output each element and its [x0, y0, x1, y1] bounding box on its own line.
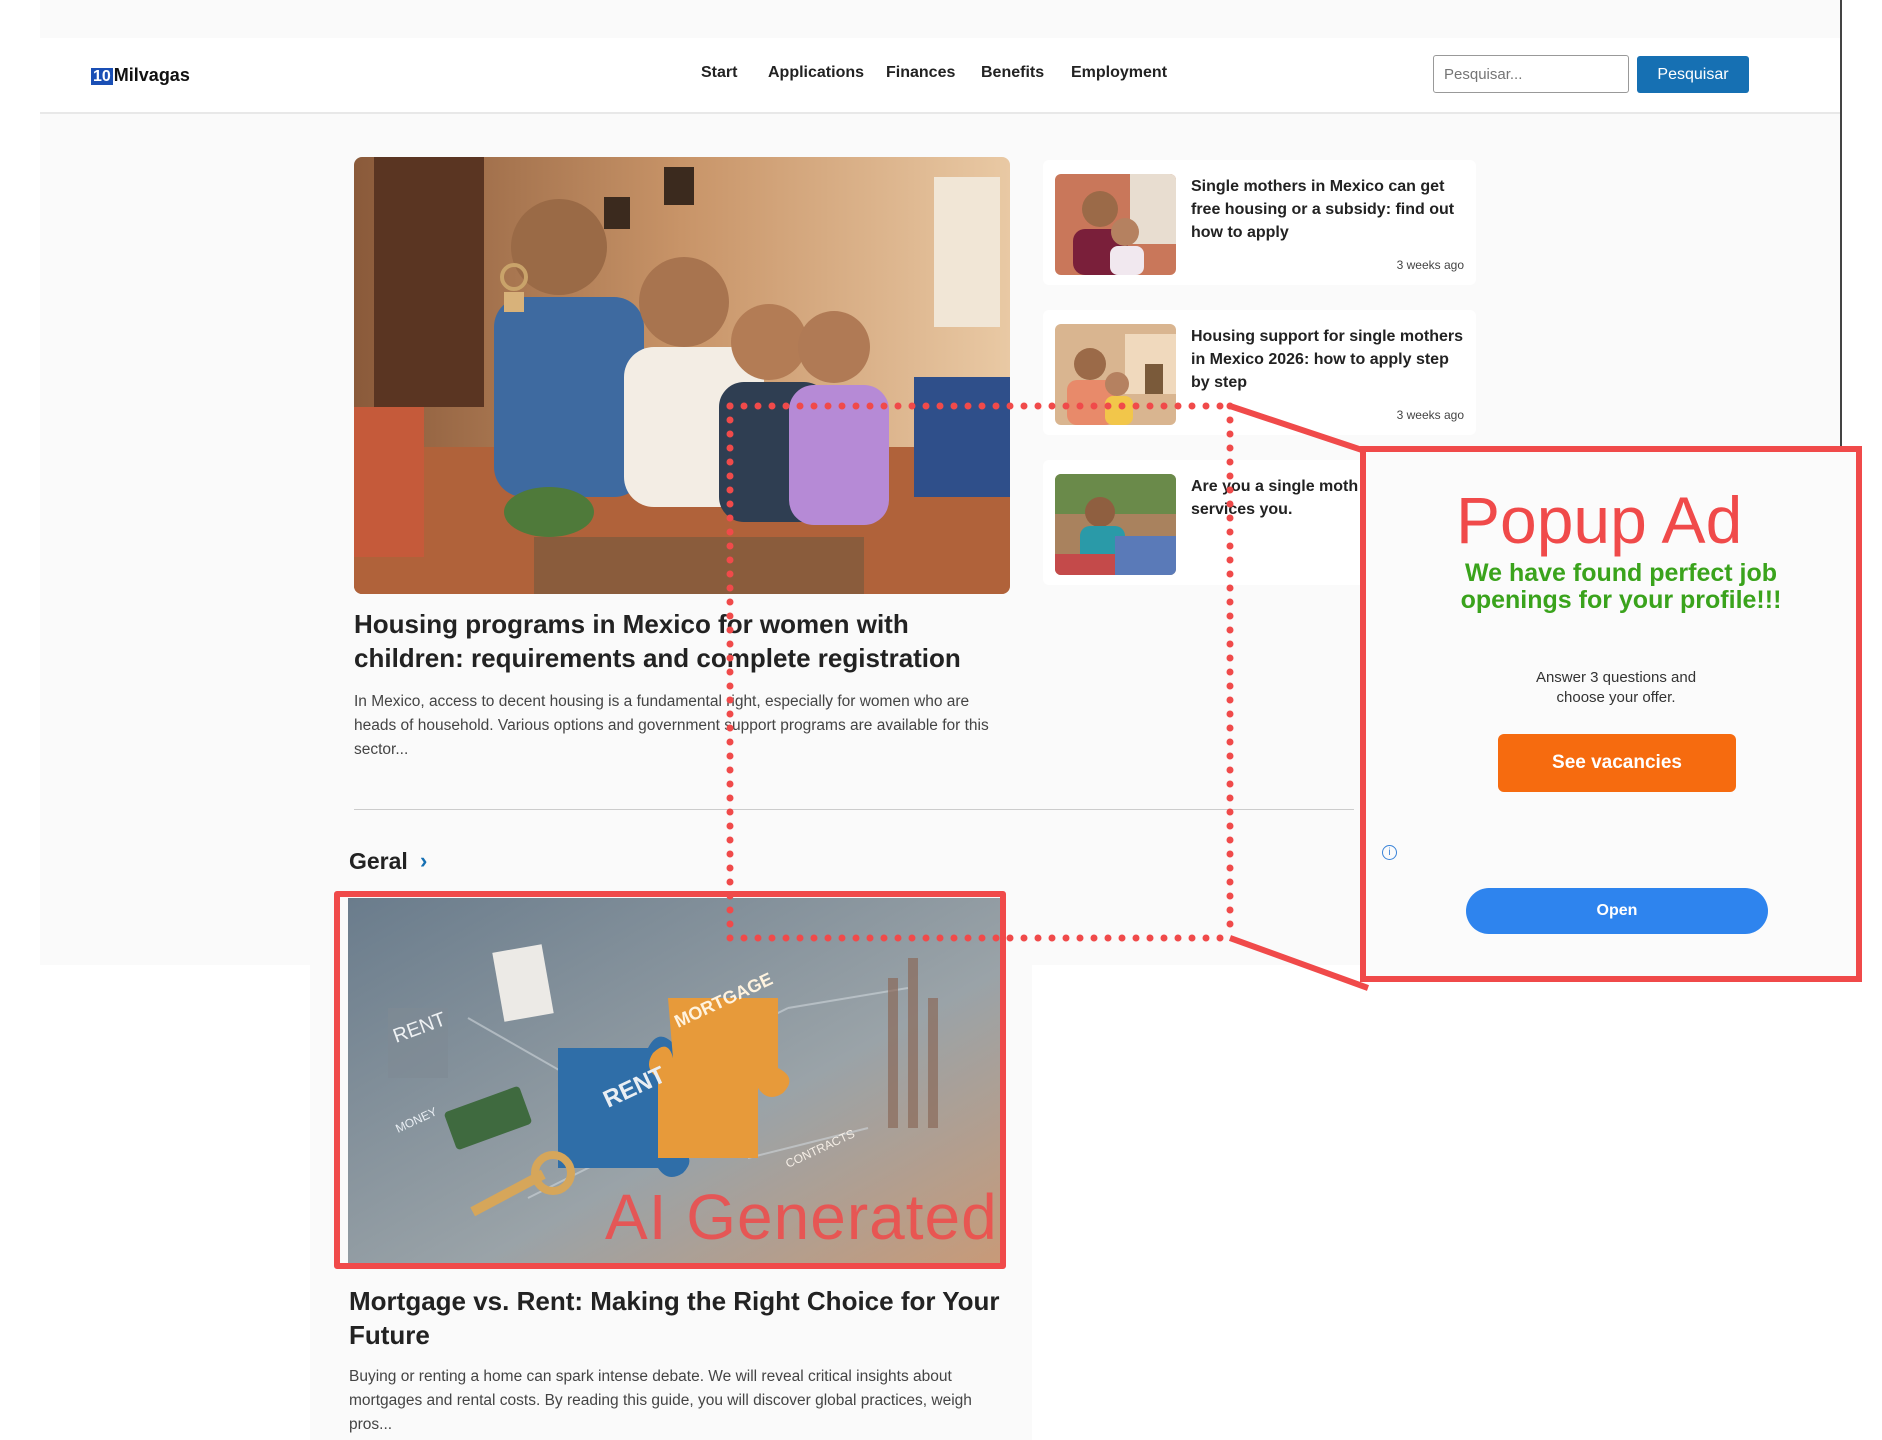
featured-image[interactable]	[354, 157, 1010, 594]
sidebar-thumbnail	[1055, 324, 1176, 425]
sidebar-article[interactable]: Housing support for single mothers in Me…	[1043, 310, 1476, 435]
chevron-right-icon[interactable]: ›	[420, 848, 427, 874]
search-input[interactable]	[1433, 55, 1629, 93]
popup-ad: Popup Ad We have found perfect job openi…	[1360, 446, 1862, 982]
sidebar-article-title[interactable]: Housing support for single mothers in Me…	[1191, 325, 1471, 394]
popup-description: Answer 3 questions and choose your offer…	[1535, 669, 1697, 706]
nav-finances[interactable]: Finances	[886, 64, 955, 82]
logo-text: Milvagas	[113, 65, 190, 85]
section-title[interactable]: Geral	[349, 848, 408, 875]
sidebar-article-time: 3 weeks ago	[1396, 258, 1464, 272]
popup-headline: We have found perfect job openings for y…	[1460, 559, 1782, 614]
nav-employment[interactable]: Employment	[1071, 64, 1167, 82]
nav-benefits[interactable]: Benefits	[981, 64, 1044, 82]
mother-daughter-photo	[1055, 174, 1176, 275]
open-button[interactable]: Open	[1466, 888, 1768, 934]
nav-applications[interactable]: Applications	[768, 64, 864, 82]
site-header: 10 Milvagas Start Applications Finances B…	[40, 38, 1840, 114]
sidebar-article-time: 3 weeks ago	[1396, 408, 1464, 422]
article-title[interactable]: Mortgage vs. Rent: Making the Right Choi…	[349, 1284, 1009, 1352]
article-excerpt: Buying or renting a home can spark inten…	[349, 1368, 972, 1433]
sidebar-article-title[interactable]: Single mothers in Mexico can get free ho…	[1191, 175, 1471, 244]
section-divider	[354, 809, 1354, 810]
featured-excerpt: In Mexico, access to decent housing is a…	[354, 693, 989, 758]
sidebar-thumbnail	[1055, 174, 1176, 275]
family-photo	[354, 157, 1010, 594]
ai-generated-label: AI Generated	[605, 1181, 998, 1253]
search-button[interactable]: Pesquisar	[1637, 56, 1749, 93]
featured-title[interactable]: Housing programs in Mexico for women wit…	[354, 607, 994, 675]
info-icon[interactable]: i	[1382, 845, 1397, 860]
popup-ad-label: Popup Ad	[1456, 483, 1743, 557]
family-house-photo	[1055, 324, 1176, 425]
woman-weaving-photo	[1055, 474, 1176, 575]
site-logo[interactable]: 10 Milvagas	[91, 65, 190, 86]
nav-start[interactable]: Start	[701, 64, 737, 82]
logo-badge: 10	[91, 68, 113, 85]
sidebar-thumbnail	[1055, 474, 1176, 575]
see-vacancies-button[interactable]: See vacancies	[1498, 734, 1736, 792]
sidebar-article[interactable]: Single mothers in Mexico can get free ho…	[1043, 160, 1476, 285]
